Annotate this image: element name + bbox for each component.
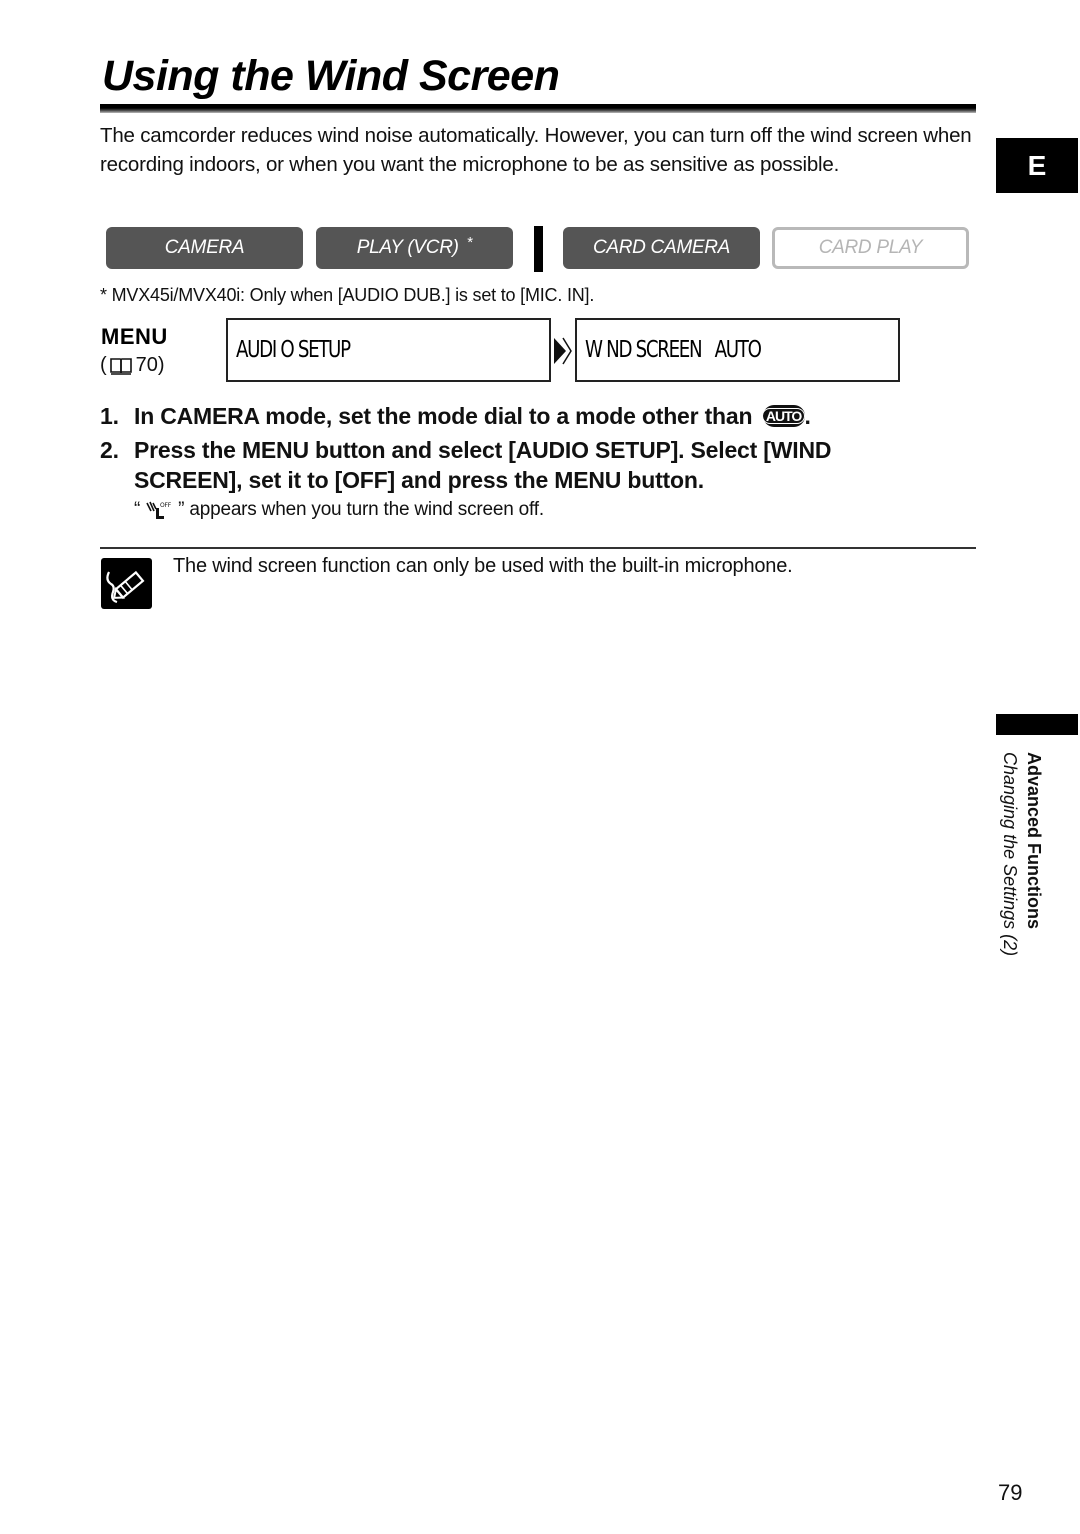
intro-paragraph: The camcorder reduces wind noise automat… (100, 124, 972, 176)
auto-mode-icon: AUTO (761, 404, 806, 427)
mode-card-camera-label: CARD CAMERA (592, 237, 731, 258)
menu-arrow-icon (552, 336, 572, 366)
mode-card-camera: CARD CAMERA (563, 227, 760, 269)
mode-play-vcr-label: PLAY (VCR) (356, 237, 459, 258)
menu-page-reference: ( 70) (100, 354, 165, 377)
step-1: 1. In CAMERA mode, set the mode dial to a… (100, 401, 811, 431)
menu-item-audio-setup-label: AUDI O SETUP (236, 337, 351, 363)
asterisk-mark: * (466, 233, 473, 251)
wind-screen-off-icon: OFF (146, 500, 172, 520)
step-2-note: “ OFF ” appears when you turn the wind s… (134, 499, 544, 521)
step-2-text: Press the MENU button and select [AUDIO … (134, 437, 832, 493)
step-1-number: 1. (100, 403, 119, 429)
book-icon (109, 357, 132, 375)
svg-text:OFF: OFF (160, 502, 172, 509)
title-rule (100, 104, 976, 113)
mode-separator (534, 226, 543, 272)
ref-open-paren: ( (100, 354, 107, 376)
section-marker (996, 714, 1078, 735)
menu-item-wind-screen: W ND SCREEN AUTO (575, 318, 900, 382)
note-text: The wind screen function can only be use… (173, 555, 793, 577)
section-label: Advanced Functions Changing the Settings… (995, 752, 1055, 992)
mode-camera: CAMERA (106, 227, 303, 269)
step-2-note-text: ” appears when you turn the wind screen … (178, 499, 544, 520)
note-pencil-icon (101, 558, 152, 609)
step-1-period: . (804, 403, 811, 429)
section-title: Advanced Functions (1024, 752, 1044, 930)
mode-camera-label: CAMERA (164, 237, 245, 258)
language-tab: E (996, 138, 1078, 193)
page-number: 79 (998, 1480, 1023, 1505)
subsection-title: Changing the Settings (2) (1000, 752, 1020, 957)
mode-play-vcr: PLAY (VCR) * (316, 227, 513, 269)
menu-item-wind-screen-label: W ND SCREEN AUTO (585, 337, 762, 363)
note-divider (100, 547, 976, 549)
mode-card-play: CARD PLAY (772, 227, 969, 269)
step-1-text: In CAMERA mode, set the mode dial to a m… (134, 403, 753, 429)
open-quote: “ (134, 499, 141, 520)
ref-page-number: 70) (135, 354, 165, 376)
step-2-number: 2. (100, 437, 119, 463)
mode-card-play-label: CARD PLAY (818, 237, 923, 258)
step-2: 2. Press the MENU button and select [AUDI… (100, 435, 934, 495)
menu-label: MENU (101, 324, 168, 349)
page-title: Using the Wind Screen (102, 52, 560, 100)
menu-item-audio-setup: AUDI O SETUP (226, 318, 551, 382)
mode-footnote: * MVX45i/MVX40i: Only when [AUDIO DUB.] … (100, 285, 595, 305)
